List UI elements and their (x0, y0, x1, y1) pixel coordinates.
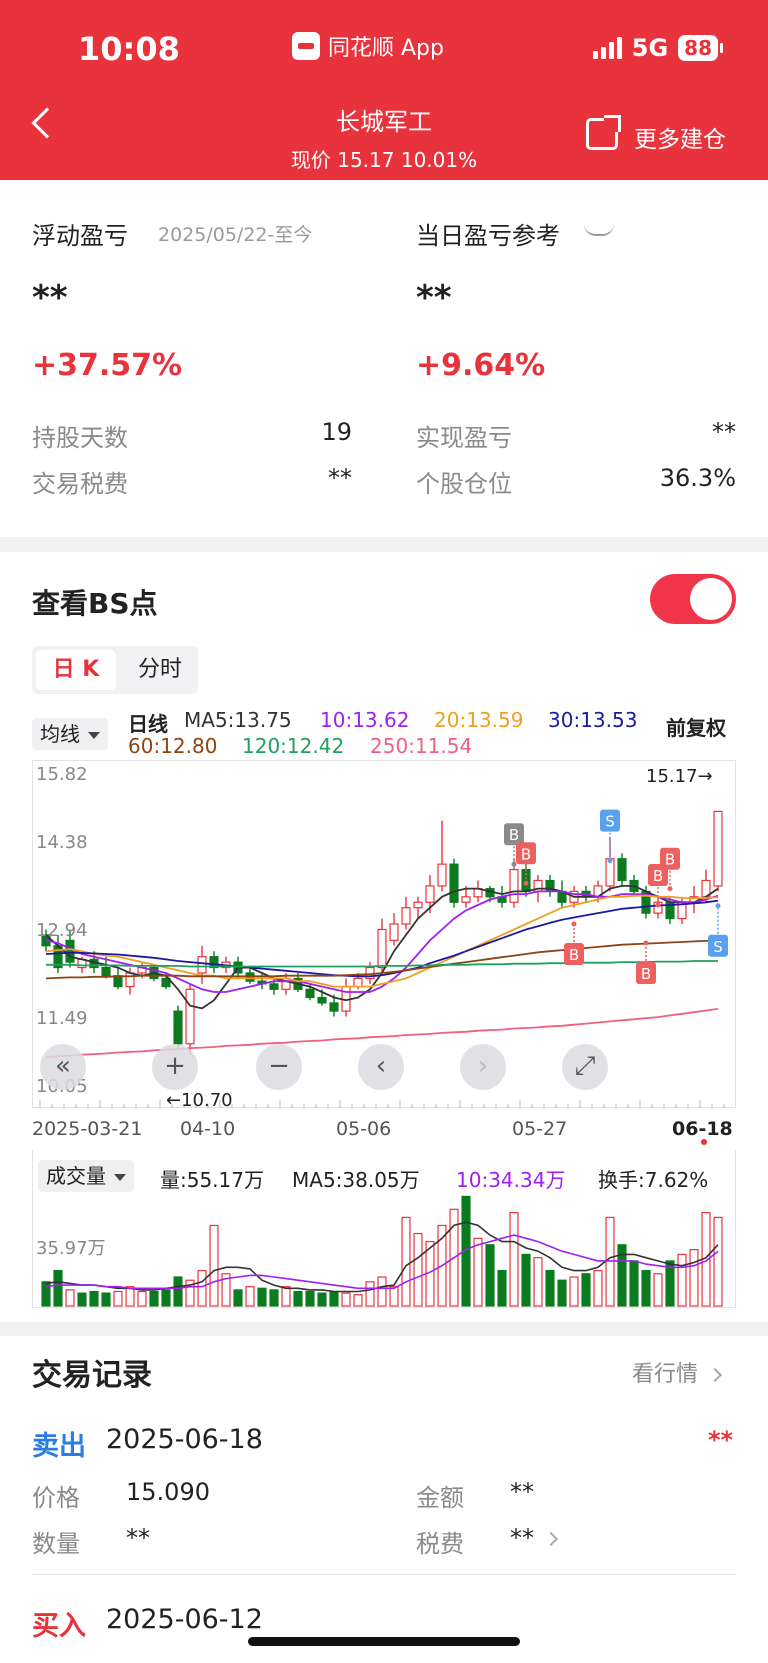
volume-ma5-label: MA5:38.05万 (292, 1168, 420, 1192)
profit-summary-card: 浮动盈亏 2025/05/22-至今 ** +37.57% 当日盈亏参考 ** … (0, 180, 768, 537)
hide-eye-icon[interactable] (584, 224, 614, 236)
ma250-label: 250:11.54 (370, 734, 473, 758)
turnover-label: 换手:7.62% (598, 1168, 709, 1192)
hold-days-value: 19 (321, 418, 352, 446)
ma60-label: 60:12.80 (128, 734, 218, 758)
volume-tick: 35.97万 (36, 1238, 106, 1259)
network-label: 5G (631, 34, 669, 62)
bs-title: 查看BS点 (32, 587, 158, 620)
record-tax: ** (510, 1524, 534, 1552)
ma10-label: 10:13.62 (320, 708, 410, 732)
record-price: 15.090 (126, 1478, 210, 1506)
ma-indicator-select[interactable]: 均线 (32, 718, 108, 750)
record-qty: ** (126, 1524, 150, 1552)
rewind-button[interactable]: « (40, 1044, 86, 1090)
status-indicators: 5G 88 (592, 34, 723, 62)
line-type-label: 日线 (128, 712, 168, 736)
ma5-label: MA5:13.75 (184, 708, 292, 732)
daily-profit-pct: +9.64% (416, 348, 546, 383)
home-indicator[interactable] (248, 1637, 520, 1646)
next-button[interactable]: › (460, 1044, 506, 1090)
date-label-2: 04-10 (180, 1118, 236, 1140)
tax-fee-value: ** (328, 464, 352, 492)
ma20-label: 20:13.59 (434, 708, 524, 732)
record-detail-chevron[interactable] (543, 1528, 568, 1550)
chevron-right-icon (707, 1367, 723, 1383)
ma120-label: 120:12.42 (242, 734, 345, 758)
volume-label: 量:55.17万 (160, 1168, 264, 1192)
view-quote-label: 看行情 (632, 1362, 699, 1387)
chevron-down-icon (114, 1174, 126, 1181)
price-tick-3: 12.94 (36, 920, 88, 941)
record-money-label: 金额 (416, 1484, 464, 1512)
record-price-label: 价格 (32, 1484, 80, 1512)
record-divider (32, 1574, 736, 1575)
price-tick-1: 15.82 (36, 764, 88, 785)
records-title: 交易记录 (32, 1358, 152, 1393)
app-header: 10:08 同花顺 App 5G 88 长城军工 现价 15.17 10.01%… (0, 0, 768, 180)
volume-indicator-select[interactable]: 成交量 (38, 1160, 134, 1192)
low-price-label: ←10.70 (166, 1090, 233, 1111)
record-side-sell: 卖出 (32, 1431, 86, 1462)
record-date-buy: 2025-06-12 (106, 1604, 263, 1635)
status-app: 同花顺 App (292, 30, 444, 62)
chevron-down-icon (88, 732, 100, 739)
status-time: 10:08 (78, 30, 180, 68)
more-build-button[interactable]: 更多建仓 (634, 120, 726, 154)
share-icon[interactable] (586, 115, 621, 150)
realized-profit-value: ** (712, 418, 736, 446)
volume-indicator-label: 成交量 (46, 1164, 106, 1188)
view-quote-link[interactable]: 看行情 (632, 1356, 723, 1388)
realized-profit-label: 实现盈亏 (416, 424, 512, 452)
position-label: 个股仓位 (416, 470, 512, 498)
battery-icon: 88 (678, 35, 723, 61)
bs-toggle[interactable] (650, 574, 736, 624)
hold-days-label: 持股天数 (32, 424, 128, 452)
ma-indicator-label: 均线 (40, 722, 80, 746)
float-profit-label: 浮动盈亏 (32, 222, 128, 250)
date-label-4: 05-27 (512, 1118, 568, 1140)
record-tax-label: 税费 (416, 1530, 464, 1558)
record-date-sell: 2025-06-18 (106, 1424, 263, 1455)
record-side-buy: 买入 (32, 1611, 86, 1642)
date-label-start: 2025-03-21 (32, 1118, 143, 1140)
tab-daily-k[interactable]: 日 K (36, 650, 116, 690)
record-money: ** (510, 1478, 534, 1506)
ma30-label: 30:13.53 (548, 708, 638, 732)
app-logo-icon (292, 32, 320, 60)
tab-intraday[interactable]: 分时 (128, 650, 192, 690)
high-price-label: 15.17→ (646, 766, 713, 787)
date-label-3: 05-06 (336, 1118, 392, 1140)
float-period: 2025/05/22-至今 (158, 224, 313, 246)
float-profit-value: ** (32, 278, 68, 318)
daily-profit-label: 当日盈亏参考 (416, 222, 560, 250)
zoom-in-button[interactable]: + (152, 1044, 198, 1090)
prev-button[interactable]: ‹ (358, 1044, 404, 1090)
record-qty-label: 数量 (32, 1530, 80, 1558)
signal-icon (592, 37, 622, 59)
volume-ma10-label: 10:34.34万 (456, 1168, 566, 1192)
tax-fee-label: 交易税费 (32, 470, 128, 498)
record-amount-flag: ** (708, 1426, 734, 1454)
date-label-end: 06-18 (672, 1118, 733, 1140)
fullscreen-button[interactable]: ⤢ (562, 1044, 608, 1090)
zoom-out-button[interactable]: − (256, 1044, 302, 1090)
chart-tabs: 日 K 分时 (32, 646, 198, 694)
price-tick-4: 11.49 (36, 1008, 88, 1029)
adjust-label[interactable]: 前复权 (666, 712, 726, 741)
chevron-right-icon (543, 1531, 559, 1546)
float-profit-pct: +37.57% (32, 348, 183, 383)
status-app-name: 同花顺 App (328, 36, 444, 61)
position-value: 36.3% (659, 464, 736, 492)
price-tick-2: 14.38 (36, 832, 88, 853)
daily-profit-value: ** (416, 278, 452, 318)
